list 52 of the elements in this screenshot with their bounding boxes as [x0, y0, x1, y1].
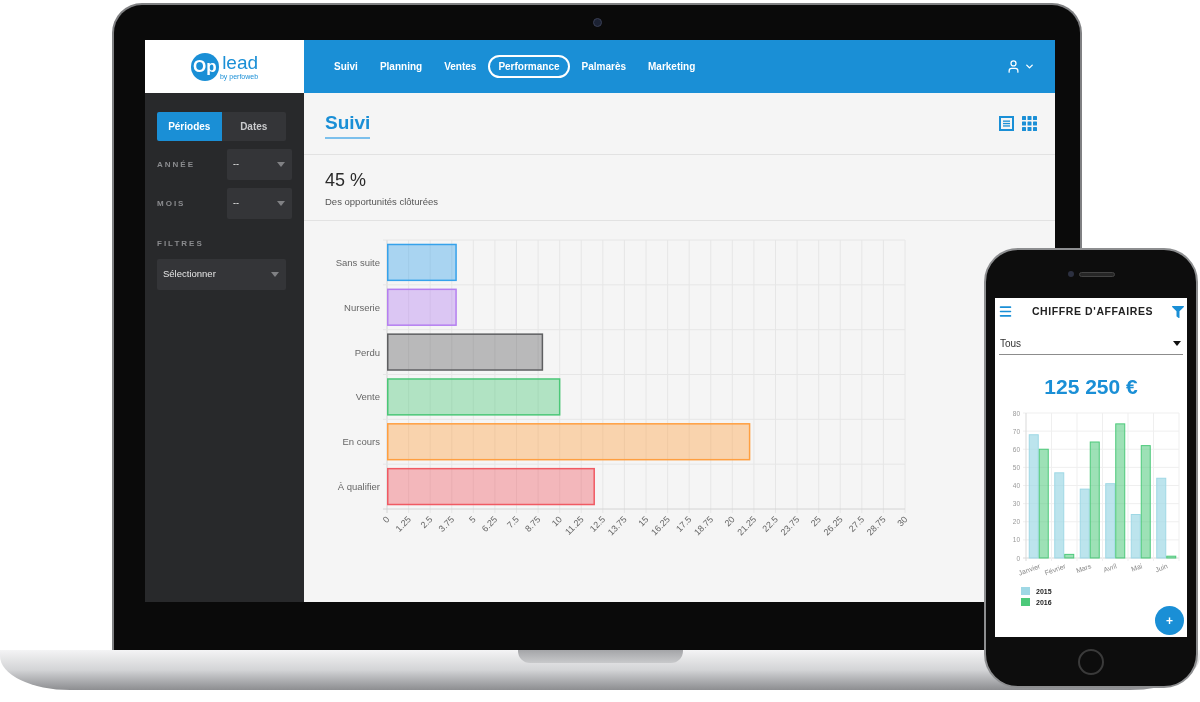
screen-title: CHIFFRE D'AFFAIRES	[1031, 303, 1154, 319]
field-label: ANNÉE	[157, 158, 195, 171]
nav-link[interactable]: Planning	[369, 55, 433, 78]
field-label: MOIS	[157, 197, 186, 210]
stat-value: 45 %	[325, 171, 367, 189]
category-label: Vente	[355, 391, 380, 403]
menu-icon[interactable]	[998, 304, 1013, 319]
page-tab[interactable]: Suivi	[325, 112, 371, 139]
tick-label: 0	[380, 514, 392, 525]
logo-mark: Op	[190, 52, 219, 81]
tick-label: 20	[722, 514, 737, 529]
nav-link[interactable]: Marketing	[638, 55, 706, 78]
select-field[interactable]: Sélectionner	[157, 259, 286, 290]
tick-label: 2.5	[418, 514, 435, 531]
select-field[interactable]: Tous	[999, 333, 1183, 355]
tick-label: 7.5	[505, 514, 521, 531]
caret-down-icon	[1173, 341, 1181, 346]
category-label: Sans suite	[335, 256, 380, 268]
nav-link[interactable]: Suivi	[324, 55, 368, 78]
section-label: FILTRES	[157, 239, 205, 249]
user-icon[interactable]	[1006, 59, 1021, 74]
tick-label: 30	[895, 514, 910, 529]
caret-down-icon	[271, 272, 279, 277]
chevron-down-icon[interactable]	[1024, 61, 1035, 72]
caret-down-icon	[277, 201, 285, 206]
grid-view-icon[interactable]	[1022, 116, 1037, 131]
nav-link[interactable]: Performance	[488, 55, 570, 78]
select-field[interactable]: --	[227, 188, 292, 219]
nav-link[interactable]: Ventes	[434, 55, 487, 78]
tick-label: 10	[549, 514, 565, 529]
category-label: Nurserie	[344, 301, 380, 313]
tick-label: 5	[467, 514, 478, 525]
camera-icon	[1067, 271, 1074, 277]
category-label: À qualifier	[337, 481, 380, 493]
stat-caption: Des opportunités clôturées	[325, 197, 438, 207]
list-view-icon[interactable]	[999, 116, 1014, 131]
select-field[interactable]: --	[227, 149, 292, 180]
caret-down-icon	[277, 162, 285, 167]
home-button[interactable]	[1078, 648, 1104, 675]
speaker-slot	[1078, 271, 1115, 277]
add-button[interactable]: +	[1155, 606, 1184, 635]
nav-link[interactable]: Palmarès	[571, 55, 636, 78]
category-label: En cours	[342, 436, 380, 448]
logo-text: lead	[222, 53, 259, 72]
segment-tab[interactable]: Périodes	[157, 112, 222, 141]
tick-label: 25	[808, 514, 824, 529]
tick-label: 15	[636, 514, 651, 529]
total-amount: 125 250 €	[1044, 375, 1138, 398]
segment-tab[interactable]: Dates	[221, 112, 286, 141]
filter-icon[interactable]	[1172, 305, 1184, 318]
camera-icon	[592, 18, 602, 27]
category-label: Perdu	[354, 346, 380, 358]
